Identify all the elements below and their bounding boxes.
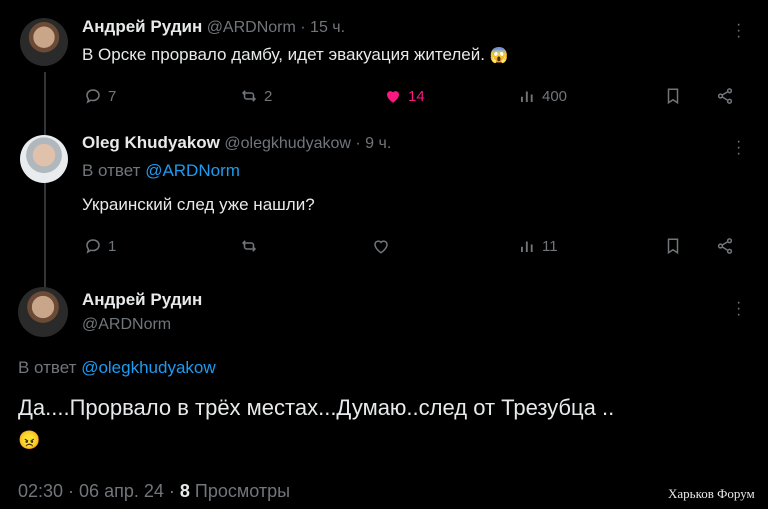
author-handle[interactable]: @ARDNorm <box>207 19 296 36</box>
views-count: 400 <box>542 87 568 105</box>
bookmark-icon <box>667 88 679 105</box>
reply-button[interactable]: 1 <box>84 237 116 255</box>
reply-prefix: В ответ <box>18 358 77 377</box>
bookmark-icon <box>667 238 679 255</box>
author-name[interactable]: Андрей Рудин <box>82 17 202 36</box>
repost-button[interactable]: 2 <box>240 87 272 105</box>
share-icon <box>717 238 733 254</box>
main-tweet-text: Да....Прорвало в трёх местах...Думаю..сл… <box>18 395 615 420</box>
analytics-icon <box>521 241 533 252</box>
like-count: 14 <box>408 87 425 105</box>
share-button[interactable] <box>716 87 734 105</box>
views-button[interactable]: 400 <box>518 87 567 105</box>
share-button[interactable] <box>716 237 734 255</box>
post-time[interactable]: · 15 ч. <box>300 19 345 36</box>
reply-count: 7 <box>108 87 117 105</box>
analytics-icon <box>521 91 533 102</box>
views-label: Просмотры <box>194 481 291 501</box>
reply-icon <box>86 89 100 104</box>
author-name[interactable]: Андрей Рудин <box>82 290 202 310</box>
more-options-icon[interactable]: · · · <box>736 134 741 162</box>
repost-count: 2 <box>264 87 273 105</box>
bookmark-button[interactable] <box>664 87 682 105</box>
heart-outline-icon <box>374 240 388 254</box>
avatar-ardnorm[interactable] <box>20 18 68 66</box>
reply-to-link[interactable]: @ARDNorm <box>145 161 240 180</box>
reply-to-link[interactable]: @olegkhudyakow <box>81 358 215 377</box>
post-timestamp[interactable]: 02:30 · 06 апр. 24 · <box>18 481 175 501</box>
reply-button[interactable]: 7 <box>84 87 116 105</box>
reply-count: 1 <box>108 237 117 255</box>
tweet-text: В Орске прорвало дамбу, идет эвакуация ж… <box>82 45 485 64</box>
post-time[interactable]: · 9 ч. <box>355 135 391 152</box>
share-icon <box>717 88 733 104</box>
more-options-icon[interactable]: · · · <box>736 295 741 323</box>
views-count: 11 <box>542 237 558 255</box>
repost-icon <box>241 240 257 252</box>
views-button[interactable]: 11 <box>518 237 558 255</box>
reply-icon <box>86 239 100 254</box>
avatar-olegkhudyakow[interactable] <box>20 135 68 183</box>
avatar-ardnorm[interactable] <box>18 287 68 337</box>
angry-emoji: 😠 <box>18 430 41 450</box>
like-button[interactable] <box>372 237 396 255</box>
tweet-text: Украинский след уже нашли? <box>82 195 315 214</box>
repost-button[interactable] <box>240 237 264 255</box>
bookmark-button[interactable] <box>664 237 682 255</box>
author-name[interactable]: Oleg Khudyakow <box>82 133 220 152</box>
like-button[interactable]: 14 <box>384 87 425 105</box>
scream-emoji: 😱 <box>489 47 509 64</box>
author-handle[interactable]: @ARDNorm <box>82 316 171 334</box>
repost-icon <box>241 90 257 102</box>
more-options-icon[interactable]: · · · <box>736 17 741 45</box>
author-handle[interactable]: @olegkhudyakow <box>224 135 351 152</box>
reply-prefix: В ответ <box>82 161 141 180</box>
watermark: Харьков Форум <box>668 486 755 501</box>
views-count: 8 <box>179 481 190 501</box>
heart-filled-icon <box>387 91 399 103</box>
